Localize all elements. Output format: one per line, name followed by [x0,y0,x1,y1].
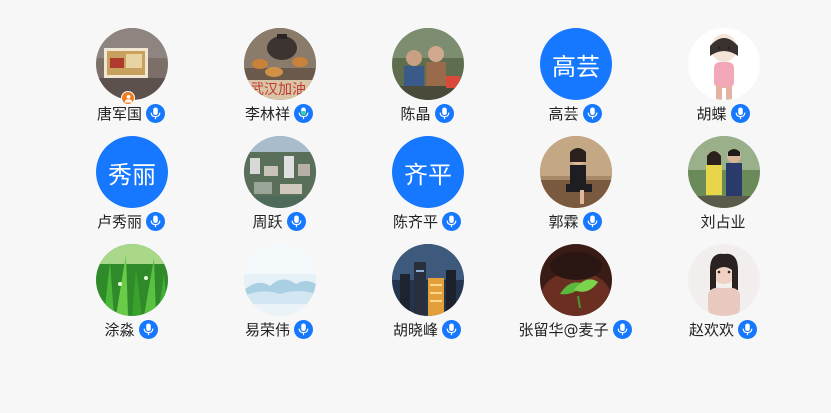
participant-tile[interactable]: 胡蝶 [649,28,797,136]
participant-tile[interactable]: 齐平 陈齐平 [353,136,501,244]
avatar-photo[interactable] [688,28,760,100]
participant-name: 高芸 [548,104,579,123]
avatar-photo[interactable]: 武汉加油 [244,28,316,100]
couple-photo [688,136,760,208]
participant-tile[interactable]: 秀丽 卢秀丽 [57,136,205,244]
participant-name-row: 刘占业 [649,210,797,232]
tea-set-photo: 武汉加油 [244,28,316,100]
participant-name-row: 李林祥 [205,102,353,124]
participant-name-row: 张留华@麦子 [501,318,649,340]
participant-tile[interactable]: 易荣伟 [205,244,353,352]
microphone-icon[interactable] [294,103,313,123]
avatar-photo[interactable] [392,28,464,100]
participant-tile[interactable]: 张留华@麦子 [501,244,649,352]
participant-tile[interactable]: 武汉加油李林祥 [205,28,353,136]
participant-name-row: 卢秀丽 [57,210,205,232]
participant-name-row: 胡蝶 [649,102,797,124]
microphone-icon[interactable] [146,103,165,123]
participant-tile[interactable]: 陈晶 [353,28,501,136]
microphone-icon[interactable] [434,103,454,123]
participant-name-row: 易荣伟 [205,318,353,340]
participant-name-row: 涂淼 [57,318,205,340]
avatar-photo[interactable] [688,244,760,316]
participant-name: 胡晓峰 [392,320,438,339]
participant-name: 郭霖 [548,212,579,231]
grass-photo [96,244,168,316]
participant-name-row: 周跃 [205,210,353,232]
participant-tile[interactable]: 高芸 高芸 [501,28,649,136]
city-aerial-photo [244,136,316,208]
avatar-initials[interactable]: 秀丽 [96,136,168,208]
microphone-icon[interactable] [294,319,313,339]
participant-tile[interactable]: 涂淼 [57,244,205,352]
microphone-icon[interactable] [442,211,461,231]
microphone-icon[interactable] [138,319,158,339]
microphone-icon[interactable] [582,211,602,231]
woman-seated-photo [540,136,612,208]
participant-name-row: 高芸 [501,102,649,124]
participant-name: 易荣伟 [244,320,290,339]
microphone-icon[interactable] [612,319,632,339]
misty-mountain-photo [244,244,316,316]
participant-name-row: 陈齐平 [353,210,501,232]
participant-name-row: 胡晓峰 [353,318,501,340]
avatar-initials[interactable]: 高芸 [540,28,612,100]
participant-name: 陈齐平 [392,212,438,231]
participant-name: 陈晶 [400,104,431,123]
participant-name: 涂淼 [104,320,135,339]
participant-name: 张留华@麦子 [518,320,609,339]
microphone-icon[interactable] [738,319,757,339]
participant-tile[interactable]: 赵欢欢 [649,244,797,352]
cartoon-girl-photo [688,28,760,100]
participant-name-row: 唐军国 [57,102,205,124]
participant-name: 刘占业 [700,212,746,231]
participant-name: 周跃 [252,212,283,231]
participant-name-row: 陈晶 [353,102,501,124]
avatar-photo[interactable] [540,136,612,208]
people-photo [392,28,464,100]
participant-name-row: 赵欢欢 [649,318,797,340]
participant-name: 胡蝶 [696,104,727,123]
avatar-initials[interactable]: 齐平 [392,136,464,208]
avatar-photo[interactable] [540,244,612,316]
participant-tile[interactable]: 周跃 [205,136,353,244]
avatar-photo[interactable] [244,136,316,208]
participant-tile[interactable]: 唐军国 [57,28,205,136]
participant-name: 赵欢欢 [688,320,734,339]
avatar-photo[interactable] [392,244,464,316]
microphone-icon[interactable] [442,319,461,339]
night-city-photo [392,244,464,316]
avatar-photo[interactable] [96,28,168,100]
participant-tile[interactable]: 郭霖 [501,136,649,244]
participant-tile[interactable]: 刘占业 [649,136,797,244]
participant-name: 卢秀丽 [96,212,142,231]
participant-name: 李林祥 [244,104,290,123]
microphone-icon[interactable] [146,211,165,231]
avatar-photo[interactable] [244,244,316,316]
avatar-photo[interactable] [96,244,168,316]
participant-name-row: 郭霖 [501,210,649,232]
microphone-icon[interactable] [286,211,306,231]
participant-name: 唐军国 [96,104,142,123]
microphone-icon[interactable] [582,103,602,123]
tea-leaves-photo [540,244,612,316]
avatar-photo[interactable] [688,136,760,208]
svg-text:武汉加油: 武汉加油 [250,82,306,98]
microphone-icon[interactable] [730,103,750,123]
participant-grid: 唐军国 武汉加油 李林祥 陈晶 高芸 高芸 胡蝶 秀丽 卢秀丽 周跃 齐平 陈齐平 郭霖 刘占业 涂淼 易荣伟… [57,28,797,352]
painting-photo [96,28,168,100]
woman-portrait-photo [688,244,760,316]
participant-tile[interactable]: 胡晓峰 [353,244,501,352]
